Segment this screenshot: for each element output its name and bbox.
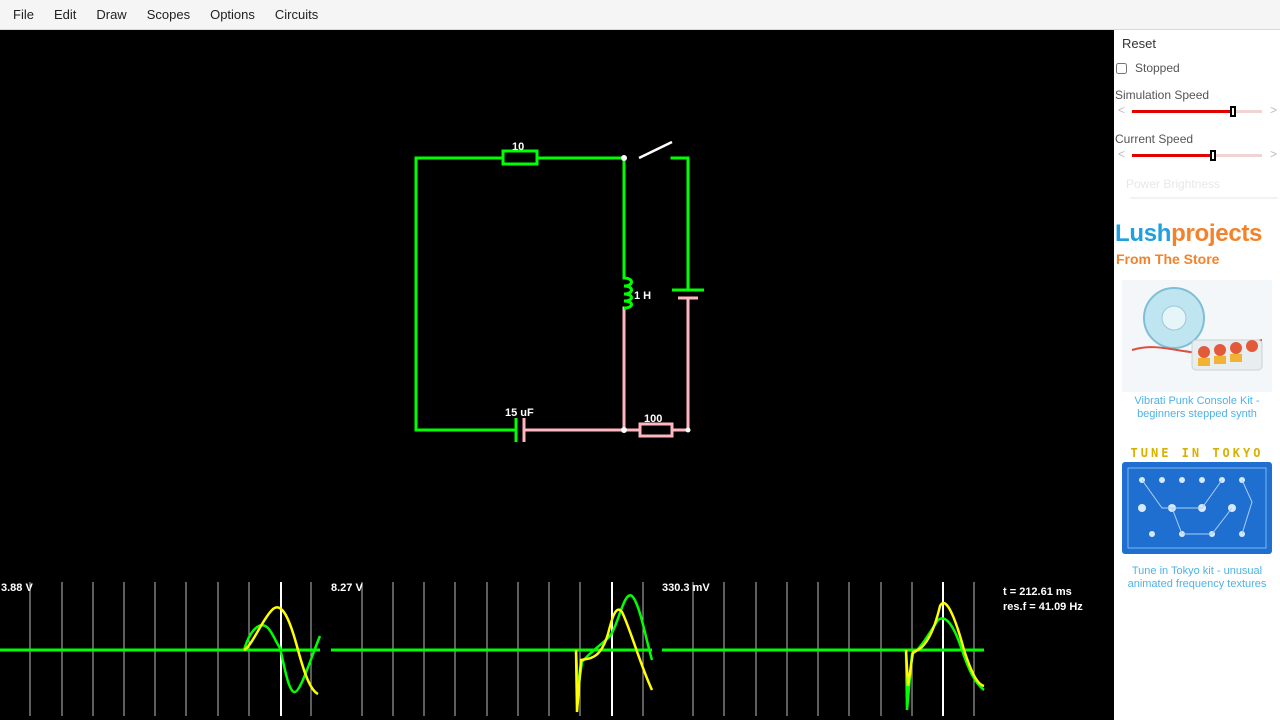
scope-panel-1[interactable]: 3.88 V bbox=[0, 582, 322, 716]
inductor-label: 1 H bbox=[634, 290, 651, 302]
junction-dot bbox=[685, 427, 691, 433]
slider-fill bbox=[1132, 110, 1233, 113]
brand-part1: Lush bbox=[1115, 220, 1172, 247]
chevron-left-icon[interactable]: < bbox=[1118, 147, 1125, 161]
tune-in-tokyo-image[interactable] bbox=[1122, 462, 1272, 554]
current-speed-slider[interactable]: < > bbox=[1116, 147, 1278, 161]
stopped-label: Stopped bbox=[1135, 61, 1180, 75]
power-brightness-label: Power Brightness bbox=[1126, 177, 1221, 191]
slider-thumb[interactable] bbox=[1230, 106, 1236, 117]
resistor-bottom-label: 100 bbox=[644, 413, 662, 425]
scope-panel-2[interactable]: 8.27 V bbox=[331, 582, 654, 716]
sim-time: t = 212.61 ms bbox=[1003, 586, 1072, 598]
slider-track[interactable] bbox=[1132, 106, 1262, 117]
power-brightness-slider[interactable] bbox=[1130, 197, 1278, 199]
chevron-right-icon[interactable]: > bbox=[1270, 147, 1277, 161]
vibrati-kit-caption[interactable]: Vibrati Punk Console Kit - beginners ste… bbox=[1114, 395, 1280, 421]
slider-track[interactable] bbox=[1132, 150, 1262, 161]
inductor[interactable] bbox=[623, 276, 633, 310]
menu-options[interactable]: Options bbox=[200, 0, 265, 30]
sidebar: Reset Stopped Simulation Speed < > Curre… bbox=[1114, 30, 1280, 720]
brand-part2: projects bbox=[1171, 220, 1263, 247]
slider-thumb[interactable] bbox=[1210, 150, 1216, 161]
scope2-value: 8.27 V bbox=[331, 582, 363, 594]
current-speed-label: Current Speed bbox=[1115, 132, 1194, 146]
chevron-left-icon[interactable]: < bbox=[1118, 103, 1125, 117]
menu-circuits[interactable]: Circuits bbox=[265, 0, 328, 30]
stopped-checkbox-row[interactable]: Stopped bbox=[1116, 61, 1180, 75]
vibrati-kit-image[interactable] bbox=[1122, 280, 1272, 392]
circuit-svg[interactable]: 10 1 H 15 uF 100 3.88 V 8.27 V 330.3 mV bbox=[0, 30, 1114, 720]
chevron-right-icon[interactable]: > bbox=[1270, 103, 1277, 117]
menu-file[interactable]: File bbox=[3, 0, 44, 30]
resistor-bottom[interactable] bbox=[638, 422, 674, 438]
reset-button[interactable]: Reset bbox=[1118, 34, 1160, 54]
simulation-speed-label: Simulation Speed bbox=[1115, 88, 1210, 102]
tune-in-tokyo-title[interactable]: TUNE IN TOKYO bbox=[1122, 446, 1272, 460]
menu-edit[interactable]: Edit bbox=[44, 0, 86, 30]
resistor-top-label: 10 bbox=[512, 141, 524, 153]
circuit-canvas[interactable]: 10 1 H 15 uF 100 3.88 V 8.27 V 330.3 mV … bbox=[0, 30, 1114, 720]
scope3-value: 330.3 mV bbox=[662, 582, 710, 594]
simulation-speed-slider[interactable]: < > bbox=[1116, 103, 1278, 117]
menu-bar: File Edit Draw Scopes Options Circuits bbox=[0, 0, 1280, 30]
switch-blade[interactable] bbox=[638, 140, 673, 160]
resonant-frequency: res.f = 41.09 Hz bbox=[1003, 601, 1083, 613]
lushprojects-logo[interactable]: Lushprojects bbox=[1115, 220, 1262, 248]
slider-fill bbox=[1132, 154, 1213, 157]
store-heading: From The Store bbox=[1116, 251, 1220, 267]
menu-draw[interactable]: Draw bbox=[86, 0, 136, 30]
capacitor-label: 15 uF bbox=[505, 407, 534, 419]
scope1-value: 3.88 V bbox=[1, 582, 33, 594]
menu-scopes[interactable]: Scopes bbox=[137, 0, 200, 30]
switch-post bbox=[621, 155, 627, 161]
scope-panel-3[interactable]: 330.3 mV bbox=[662, 582, 985, 716]
tune-in-tokyo-caption[interactable]: Tune in Tokyo kit - unusual animated fre… bbox=[1114, 565, 1280, 591]
stopped-checkbox[interactable] bbox=[1116, 62, 1127, 74]
junction-dot bbox=[621, 427, 627, 433]
